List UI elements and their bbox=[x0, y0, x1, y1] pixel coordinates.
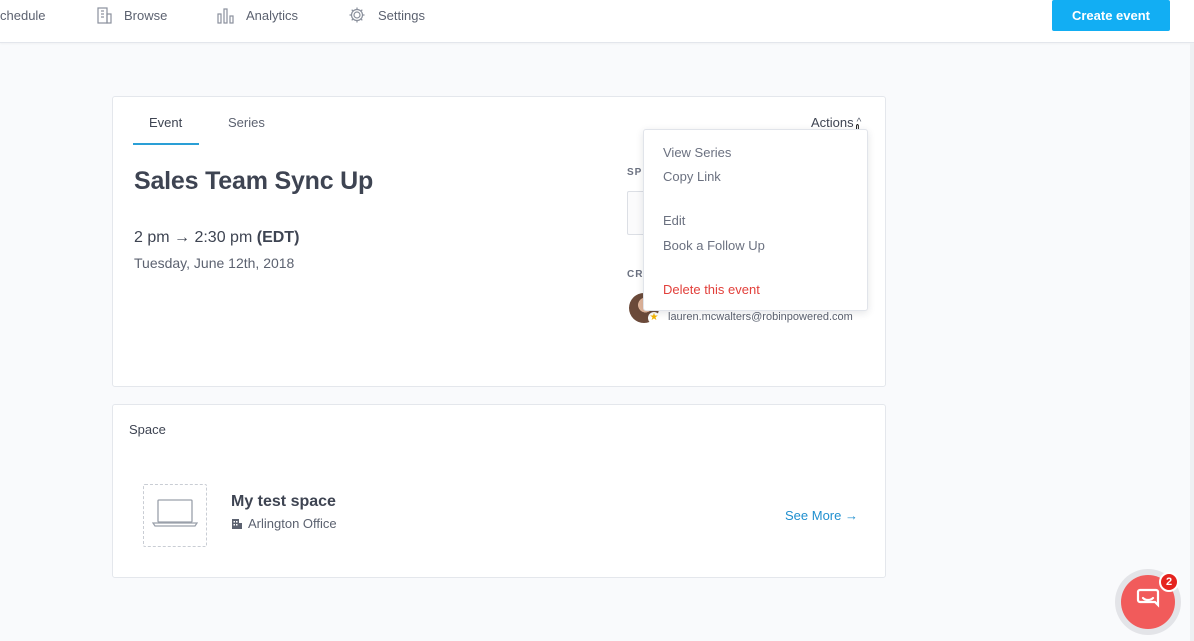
tab-series[interactable]: Series bbox=[228, 115, 265, 130]
building-icon bbox=[231, 518, 243, 530]
menu-item-edit[interactable]: Edit bbox=[663, 213, 685, 228]
nav-item-browse[interactable]: Browse bbox=[96, 0, 167, 30]
bar-chart-icon bbox=[217, 6, 234, 24]
event-time: 2 pm → 2:30 pm (EDT) bbox=[134, 229, 299, 247]
menu-item-view-series[interactable]: View Series bbox=[663, 145, 731, 160]
gear-icon bbox=[348, 6, 366, 24]
top-nav: chedule Browse Analytics Settings Create… bbox=[0, 0, 1194, 43]
space-name[interactable]: My test space bbox=[231, 493, 336, 511]
event-time-range: 2 pm → 2:30 pm bbox=[134, 229, 253, 246]
star-icon: ★ bbox=[648, 312, 660, 324]
space-card: Space My test space Arlington Office See… bbox=[112, 404, 886, 578]
event-date: Tuesday, June 12th, 2018 bbox=[134, 255, 295, 271]
space-location-label: Arlington Office bbox=[248, 516, 337, 531]
space-heading: Space bbox=[129, 422, 166, 437]
menu-item-book-follow-up[interactable]: Book a Follow Up bbox=[663, 238, 765, 253]
creator-section-label: CR bbox=[627, 269, 644, 280]
event-timezone: (EDT) bbox=[256, 229, 300, 246]
nav-item-analytics[interactable]: Analytics bbox=[217, 0, 298, 30]
tab-event[interactable]: Event bbox=[149, 115, 182, 130]
nav-item-label: chedule bbox=[0, 7, 46, 23]
chat-icon bbox=[1135, 588, 1161, 617]
nav-item-schedule[interactable]: chedule bbox=[0, 0, 46, 30]
actions-menu: View Series Copy Link Edit Book a Follow… bbox=[643, 129, 868, 311]
see-more-link[interactable]: See More → bbox=[785, 508, 858, 523]
laptop-icon bbox=[151, 498, 199, 533]
event-title: Sales Team Sync Up bbox=[134, 167, 374, 195]
notification-badge: 2 bbox=[1159, 572, 1179, 592]
scrollbar[interactable] bbox=[1190, 43, 1194, 641]
creator-email: lauren.mcwalters@robinpowered.com bbox=[668, 311, 853, 323]
nav-item-settings[interactable]: Settings bbox=[348, 0, 425, 30]
menu-item-delete-event[interactable]: Delete this event bbox=[663, 282, 760, 297]
space-section-label: SP bbox=[627, 167, 643, 178]
nav-item-label: Settings bbox=[378, 7, 425, 23]
nav-item-label: Browse bbox=[124, 7, 168, 23]
building-icon bbox=[96, 6, 112, 24]
space-image bbox=[143, 484, 207, 547]
menu-item-copy-link[interactable]: Copy Link bbox=[663, 169, 721, 184]
space-location: Arlington Office bbox=[231, 516, 337, 531]
active-tab-indicator bbox=[133, 143, 199, 145]
create-event-button[interactable]: Create event bbox=[1052, 0, 1170, 31]
nav-item-label: Analytics bbox=[246, 7, 299, 23]
actions-label: Actions bbox=[811, 115, 854, 130]
